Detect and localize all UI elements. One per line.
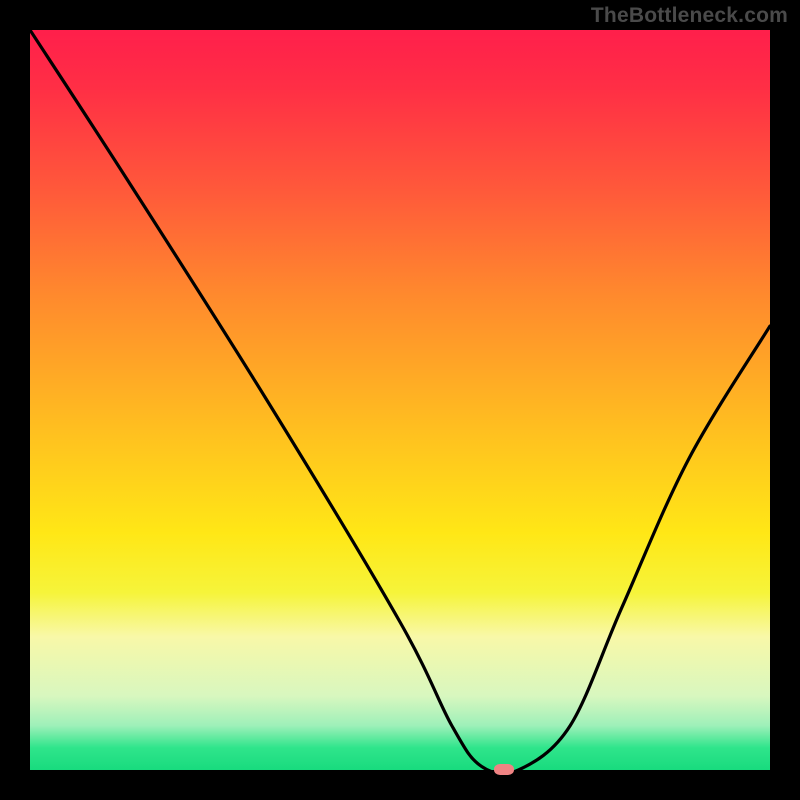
watermark-text: TheBottleneck.com (591, 4, 788, 28)
optimal-point-marker (494, 764, 514, 775)
plot-area (30, 30, 770, 770)
bottleneck-curve (30, 30, 770, 770)
chart-frame: TheBottleneck.com (0, 0, 800, 800)
